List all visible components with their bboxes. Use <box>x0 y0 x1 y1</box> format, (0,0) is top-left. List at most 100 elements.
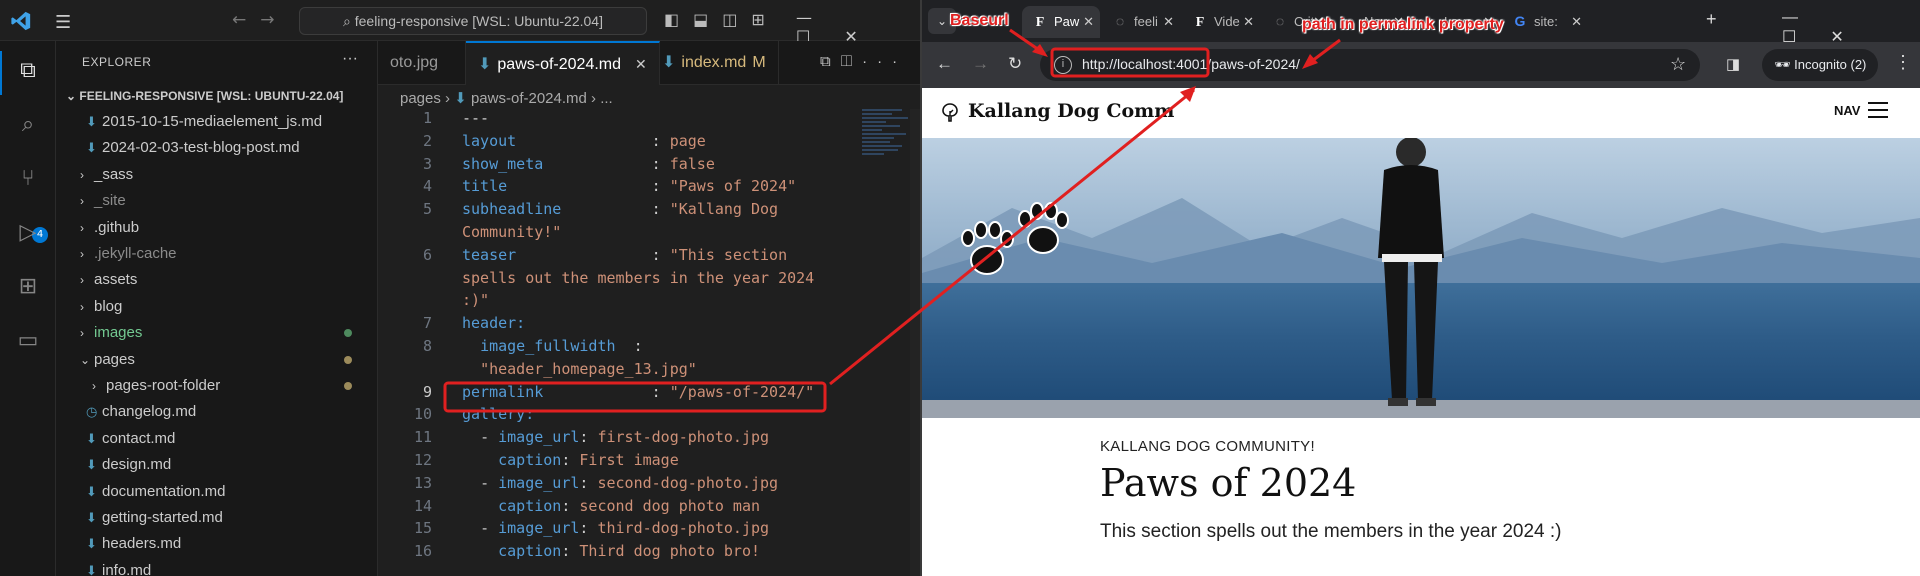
tree-item[interactable]: › .github <box>56 215 378 241</box>
minimize-icon[interactable]: — <box>1782 9 1832 26</box>
tab-oto-jpg[interactable]: oto.jpg <box>378 41 466 85</box>
chrome-tab[interactable]: Gsite: ✕ <box>1502 6 1588 38</box>
toggle-panel-icon[interactable]: ⬓ <box>693 10 722 29</box>
status-dot <box>344 382 352 390</box>
line-number: 16 <box>413 542 432 561</box>
tree-item[interactable]: ⬇ contact.md <box>56 426 378 452</box>
breadcrumb-file[interactable]: paws-of-2024.md <box>471 90 587 107</box>
back-arrow-icon[interactable]: ← <box>936 54 972 73</box>
customize-layout-icon[interactable]: ⊞ <box>751 10 778 29</box>
close-icon[interactable]: ✕ <box>635 56 647 72</box>
tree-item-label: design.md <box>102 456 172 474</box>
more-actions-icon[interactable]: ··· <box>862 53 907 70</box>
chrome-menu-icon[interactable]: ⋮ <box>1894 52 1912 73</box>
toggle-secondary-sidebar-icon[interactable]: ◫ <box>722 10 751 29</box>
tree-item[interactable]: › images <box>56 320 378 346</box>
line-number: 10 <box>413 405 432 424</box>
remote-explorer-icon[interactable]: ▭ <box>14 327 42 355</box>
markdown-icon: ⬇ <box>454 90 471 107</box>
chrome-tab[interactable]: F Paw ✕ <box>1022 6 1100 38</box>
tree-item[interactable]: ⌄ pages <box>56 347 378 373</box>
yaml-key: subheadline <box>462 200 562 219</box>
address-bar[interactable]: i http://localhost:4001/paws-of-2024/ ☆ <box>1040 49 1700 81</box>
line-number: 2 <box>422 131 432 150</box>
page-title: Paws of 2024 <box>1100 461 1357 505</box>
code-line: show_meta : false <box>462 154 715 173</box>
tree-item[interactable]: ⬇ getting-started.md <box>56 505 378 531</box>
close-icon[interactable]: ✕ <box>1571 6 1582 38</box>
teaser: This section spells out the members in t… <box>1100 521 1562 542</box>
close-icon[interactable]: ✕ <box>1163 6 1174 38</box>
activity-active-indicator <box>0 51 2 95</box>
markdown-file-icon: ⬇ <box>86 536 97 552</box>
close-icon[interactable]: ✕ <box>1243 6 1254 38</box>
markdown-file-icon: ⬇ <box>86 510 97 525</box>
tree-item[interactable]: › blog <box>56 294 378 320</box>
incognito-indicator[interactable]: 🕶 Incognito (2) <box>1762 49 1879 81</box>
tree-item[interactable]: ⬇ documentation.md <box>56 479 378 505</box>
side-panel-icon[interactable]: ◨ <box>1726 55 1740 73</box>
run-debug-icon[interactable]: ▷ <box>14 219 42 247</box>
tree-item[interactable]: ◷ changelog.md <box>56 399 378 425</box>
tree-logo-icon[interactable] <box>940 102 960 122</box>
chevron-right-icon: › <box>80 167 84 182</box>
yaml-key: title <box>462 177 508 196</box>
chrome-tab[interactable]: F Vide ✕ <box>1182 6 1260 38</box>
explorer-icon[interactable]: ⧉ <box>14 57 42 85</box>
source-control-icon[interactable]: ⑂ <box>14 165 42 193</box>
forward-arrow-icon[interactable]: → <box>260 10 288 30</box>
tree-item[interactable]: ⬇ info.md <box>56 558 378 576</box>
workspace-root[interactable]: ⌄ FEELING-RESPONSIVE [WSL: UBUNTU-22.04] <box>56 85 378 107</box>
yaml-value: "This section <box>669 245 788 264</box>
menu-icon[interactable]: ☰ <box>55 12 71 33</box>
toggle-sidebar-icon[interactable]: ◧ <box>664 10 693 29</box>
search-icon[interactable]: ⌕ <box>14 111 42 139</box>
open-preview-icon[interactable]: ⧉ <box>820 53 841 70</box>
code-line: --- <box>462 109 489 127</box>
tree-item[interactable]: › .jekyll-cache <box>56 241 378 267</box>
tree-item[interactable]: › assets <box>56 267 378 293</box>
vscode-logo-icon <box>11 11 31 31</box>
chevron-right-icon: › <box>591 90 601 107</box>
tab-paws-of-2024[interactable]: ⬇ paws-of-2024.md ✕ <box>466 41 660 85</box>
extensions-icon[interactable]: ⊞ <box>14 273 42 301</box>
bookmark-star-icon[interactable]: ☆ <box>1670 54 1686 75</box>
site-info-icon[interactable]: i <box>1054 56 1072 74</box>
activity-bar: ⧉ ⌕ ⑂ 4 ▷ ⊞ ▭ <box>0 41 56 576</box>
yaml-key: header: <box>462 314 526 333</box>
reload-icon[interactable]: ↻ <box>1008 54 1041 73</box>
new-tab-icon[interactable]: + <box>1706 9 1717 30</box>
tab-index-md[interactable]: ⬇ index.md M <box>650 41 779 85</box>
tree-item[interactable]: › _site <box>56 188 378 214</box>
split-editor-icon[interactable]: ◫ <box>841 53 862 70</box>
url-text[interactable]: http://localhost:4001/paws-of-2024/ <box>1082 56 1300 72</box>
hamburger-icon[interactable] <box>1868 102 1888 118</box>
tree-item[interactable]: ⬇ 2015-10-15-mediaelement_js.md <box>56 109 378 135</box>
tree-item-label: _site <box>94 192 126 210</box>
back-arrow-icon[interactable]: ← <box>232 10 260 30</box>
tree-item[interactable]: ⬇ headers.md <box>56 531 378 557</box>
yaml-value: :)" <box>462 291 490 310</box>
tree-item[interactable]: ⬇ 2024-02-03-test-blog-post.md <box>56 135 378 161</box>
command-center-search[interactable]: ⌕ feeling-responsive [WSL: Ubuntu-22.04] <box>299 7 647 35</box>
tree-item[interactable]: › _sass <box>56 162 378 188</box>
tree-item[interactable]: ⬇ design.md <box>56 452 378 478</box>
vscode-history-nav[interactable]: ←→ <box>232 10 289 30</box>
code-line: image_fullwidth : <box>480 337 643 355</box>
code-line: permalink : "/paws-of-2024/" <box>462 382 815 401</box>
tree-item-label: info.md <box>102 561 152 576</box>
nav-label[interactable]: NAV <box>1834 103 1860 118</box>
tree-item[interactable]: › pages-root-folder <box>56 373 378 399</box>
site-name[interactable]: Kallang Dog Comm <box>968 100 1174 122</box>
breadcrumb-folder[interactable]: pages <box>400 90 441 107</box>
more-actions-icon[interactable]: ··· <box>342 50 358 68</box>
editor-scrollbar[interactable] <box>910 109 920 576</box>
code-line: - image_url: second-dog-photo.jpg <box>480 473 779 492</box>
forward-arrow-icon[interactable]: → <box>972 54 1008 73</box>
breadcrumb-tail[interactable]: ... <box>600 90 613 107</box>
close-icon[interactable]: ✕ <box>1083 6 1094 38</box>
tree-item-label: pages-root-folder <box>106 377 221 394</box>
chrome-tab[interactable]: ◌ feeli ✕ <box>1102 6 1180 38</box>
chevron-right-icon: › <box>445 90 455 107</box>
minimize-icon[interactable]: — <box>796 8 846 27</box>
